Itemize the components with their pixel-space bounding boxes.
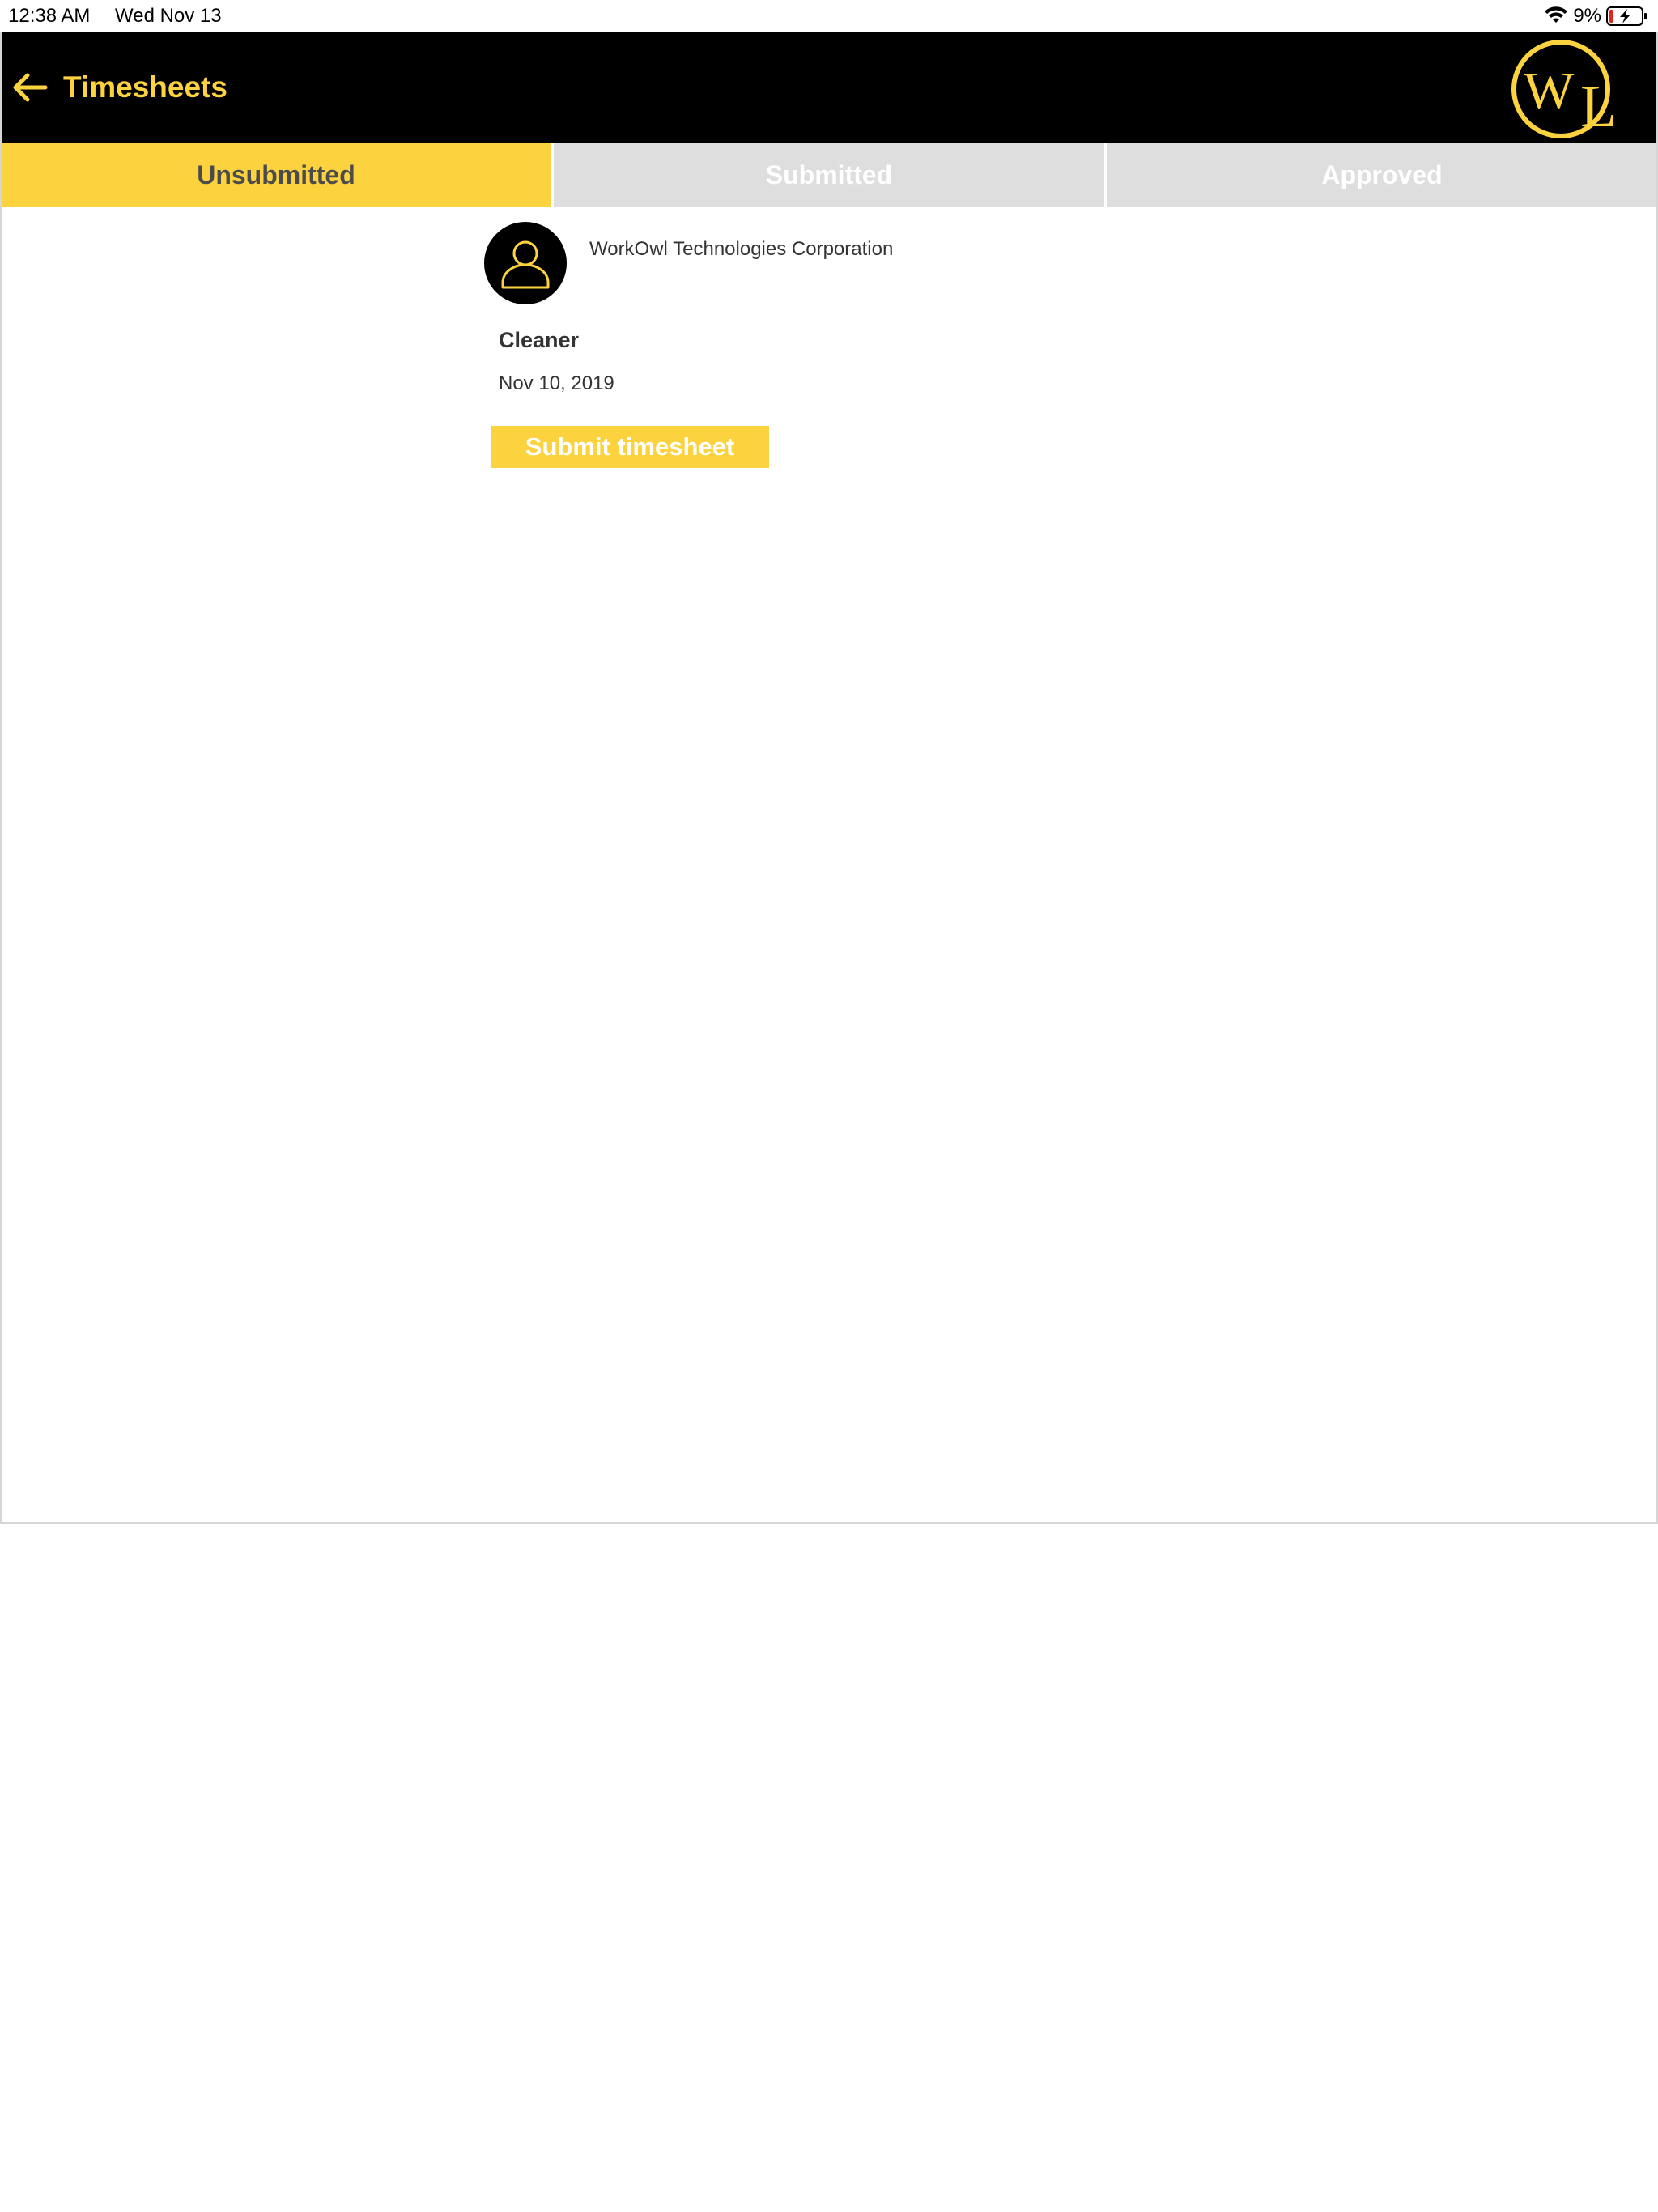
wifi-icon [1544, 6, 1568, 26]
header-bar: Timesheets W L [2, 32, 1656, 143]
svg-text:L: L [1580, 74, 1617, 140]
status-tabs: Unsubmitted Submitted Approved [2, 143, 1656, 207]
workowl-logo-icon: W L [1509, 37, 1635, 141]
company-name: WorkOwl Technologies Corporation [589, 238, 894, 260]
page-title: Timesheets [63, 70, 227, 104]
tab-unsubmitted[interactable]: Unsubmitted [2, 143, 551, 207]
timesheet-card: WorkOwl Technologies Corporation Cleaner… [484, 220, 1051, 512]
svg-text:W: W [1524, 62, 1575, 121]
battery-percent: 9% [1573, 5, 1601, 27]
avatar [484, 222, 567, 304]
status-indicators: 9% [1544, 3, 1648, 29]
app-frame: Timesheets W L Unsubmitted Submitted App… [0, 32, 1658, 1524]
timesheet-date: Nov 10, 2019 [499, 372, 614, 394]
arrow-left-icon [13, 73, 48, 102]
status-time: 12:38 AM [8, 5, 91, 27]
job-role: Cleaner [499, 328, 580, 352]
battery-charging-icon [1606, 6, 1648, 27]
submit-timesheet-button[interactable]: Submit timesheet [491, 426, 769, 468]
status-date: Wed Nov 13 [115, 5, 222, 27]
tab-submitted[interactable]: Submitted [554, 143, 1104, 207]
back-button[interactable] [10, 65, 50, 110]
tab-approved[interactable]: Approved [1107, 143, 1656, 207]
status-bar: 12:38 AM Wed Nov 13 9% [0, 0, 1658, 32]
user-icon [501, 240, 550, 289]
